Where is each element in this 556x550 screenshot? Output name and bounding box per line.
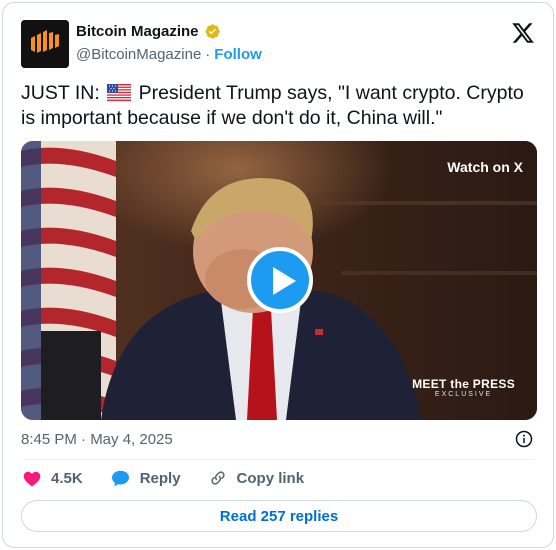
- action-bar: 4.5K Reply Copy link: [23, 469, 332, 487]
- tweet-card: Bitcoin Magazine @BitcoinMagazine · Foll…: [2, 2, 554, 548]
- separator-dot: ·: [205, 46, 211, 63]
- meet-the-press-logo: MEET the PRESS EXCLUSIVE: [412, 378, 515, 398]
- info-icon[interactable]: [515, 430, 533, 448]
- follow-button[interactable]: Follow: [214, 46, 262, 63]
- reply-button[interactable]: Reply: [111, 470, 181, 487]
- read-replies-button[interactable]: Read 257 replies: [21, 500, 537, 532]
- x-logo-icon[interactable]: [511, 21, 535, 45]
- divider: [21, 459, 535, 460]
- us-flag-icon: [107, 84, 132, 101]
- link-icon: [210, 471, 225, 485]
- watch-on-x-link[interactable]: Watch on X: [447, 159, 523, 175]
- like-count: 4.5K: [51, 469, 83, 487]
- display-name[interactable]: Bitcoin Magazine: [76, 23, 199, 40]
- video-thumbnail[interactable]: Watch on X MEET the PRESS EXCLUSIVE: [21, 141, 537, 420]
- play-icon: [273, 267, 296, 295]
- reply-bubble-icon: [111, 470, 129, 486]
- network-logo-subtitle: EXCLUSIVE: [434, 391, 493, 398]
- account-handle[interactable]: @BitcoinMagazine: [76, 46, 201, 63]
- verified-badge-icon: [205, 24, 220, 39]
- like-button[interactable]: 4.5K: [23, 470, 83, 487]
- reply-label: Reply: [139, 469, 181, 487]
- read-replies-label: Read 257 replies: [219, 507, 339, 525]
- avatar[interactable]: [21, 20, 69, 68]
- copy-link-button[interactable]: Copy link: [209, 469, 305, 487]
- bitcoin-magazine-logo-icon: [21, 20, 69, 68]
- network-logo-title: MEET the PRESS: [412, 377, 515, 391]
- heart-icon: [23, 471, 41, 486]
- author-name-row[interactable]: Bitcoin Magazine: [76, 23, 221, 40]
- copy-link-label: Copy link: [236, 469, 305, 487]
- handle-row: @BitcoinMagazine · Follow: [76, 46, 262, 63]
- timestamp[interactable]: 8:45 PM · May 4, 2025: [21, 431, 173, 448]
- tweet-text: JUST IN: President Trump says, "I want c…: [21, 81, 536, 131]
- tweet-text-prefix: JUST IN:: [21, 82, 100, 104]
- play-button[interactable]: [247, 247, 313, 313]
